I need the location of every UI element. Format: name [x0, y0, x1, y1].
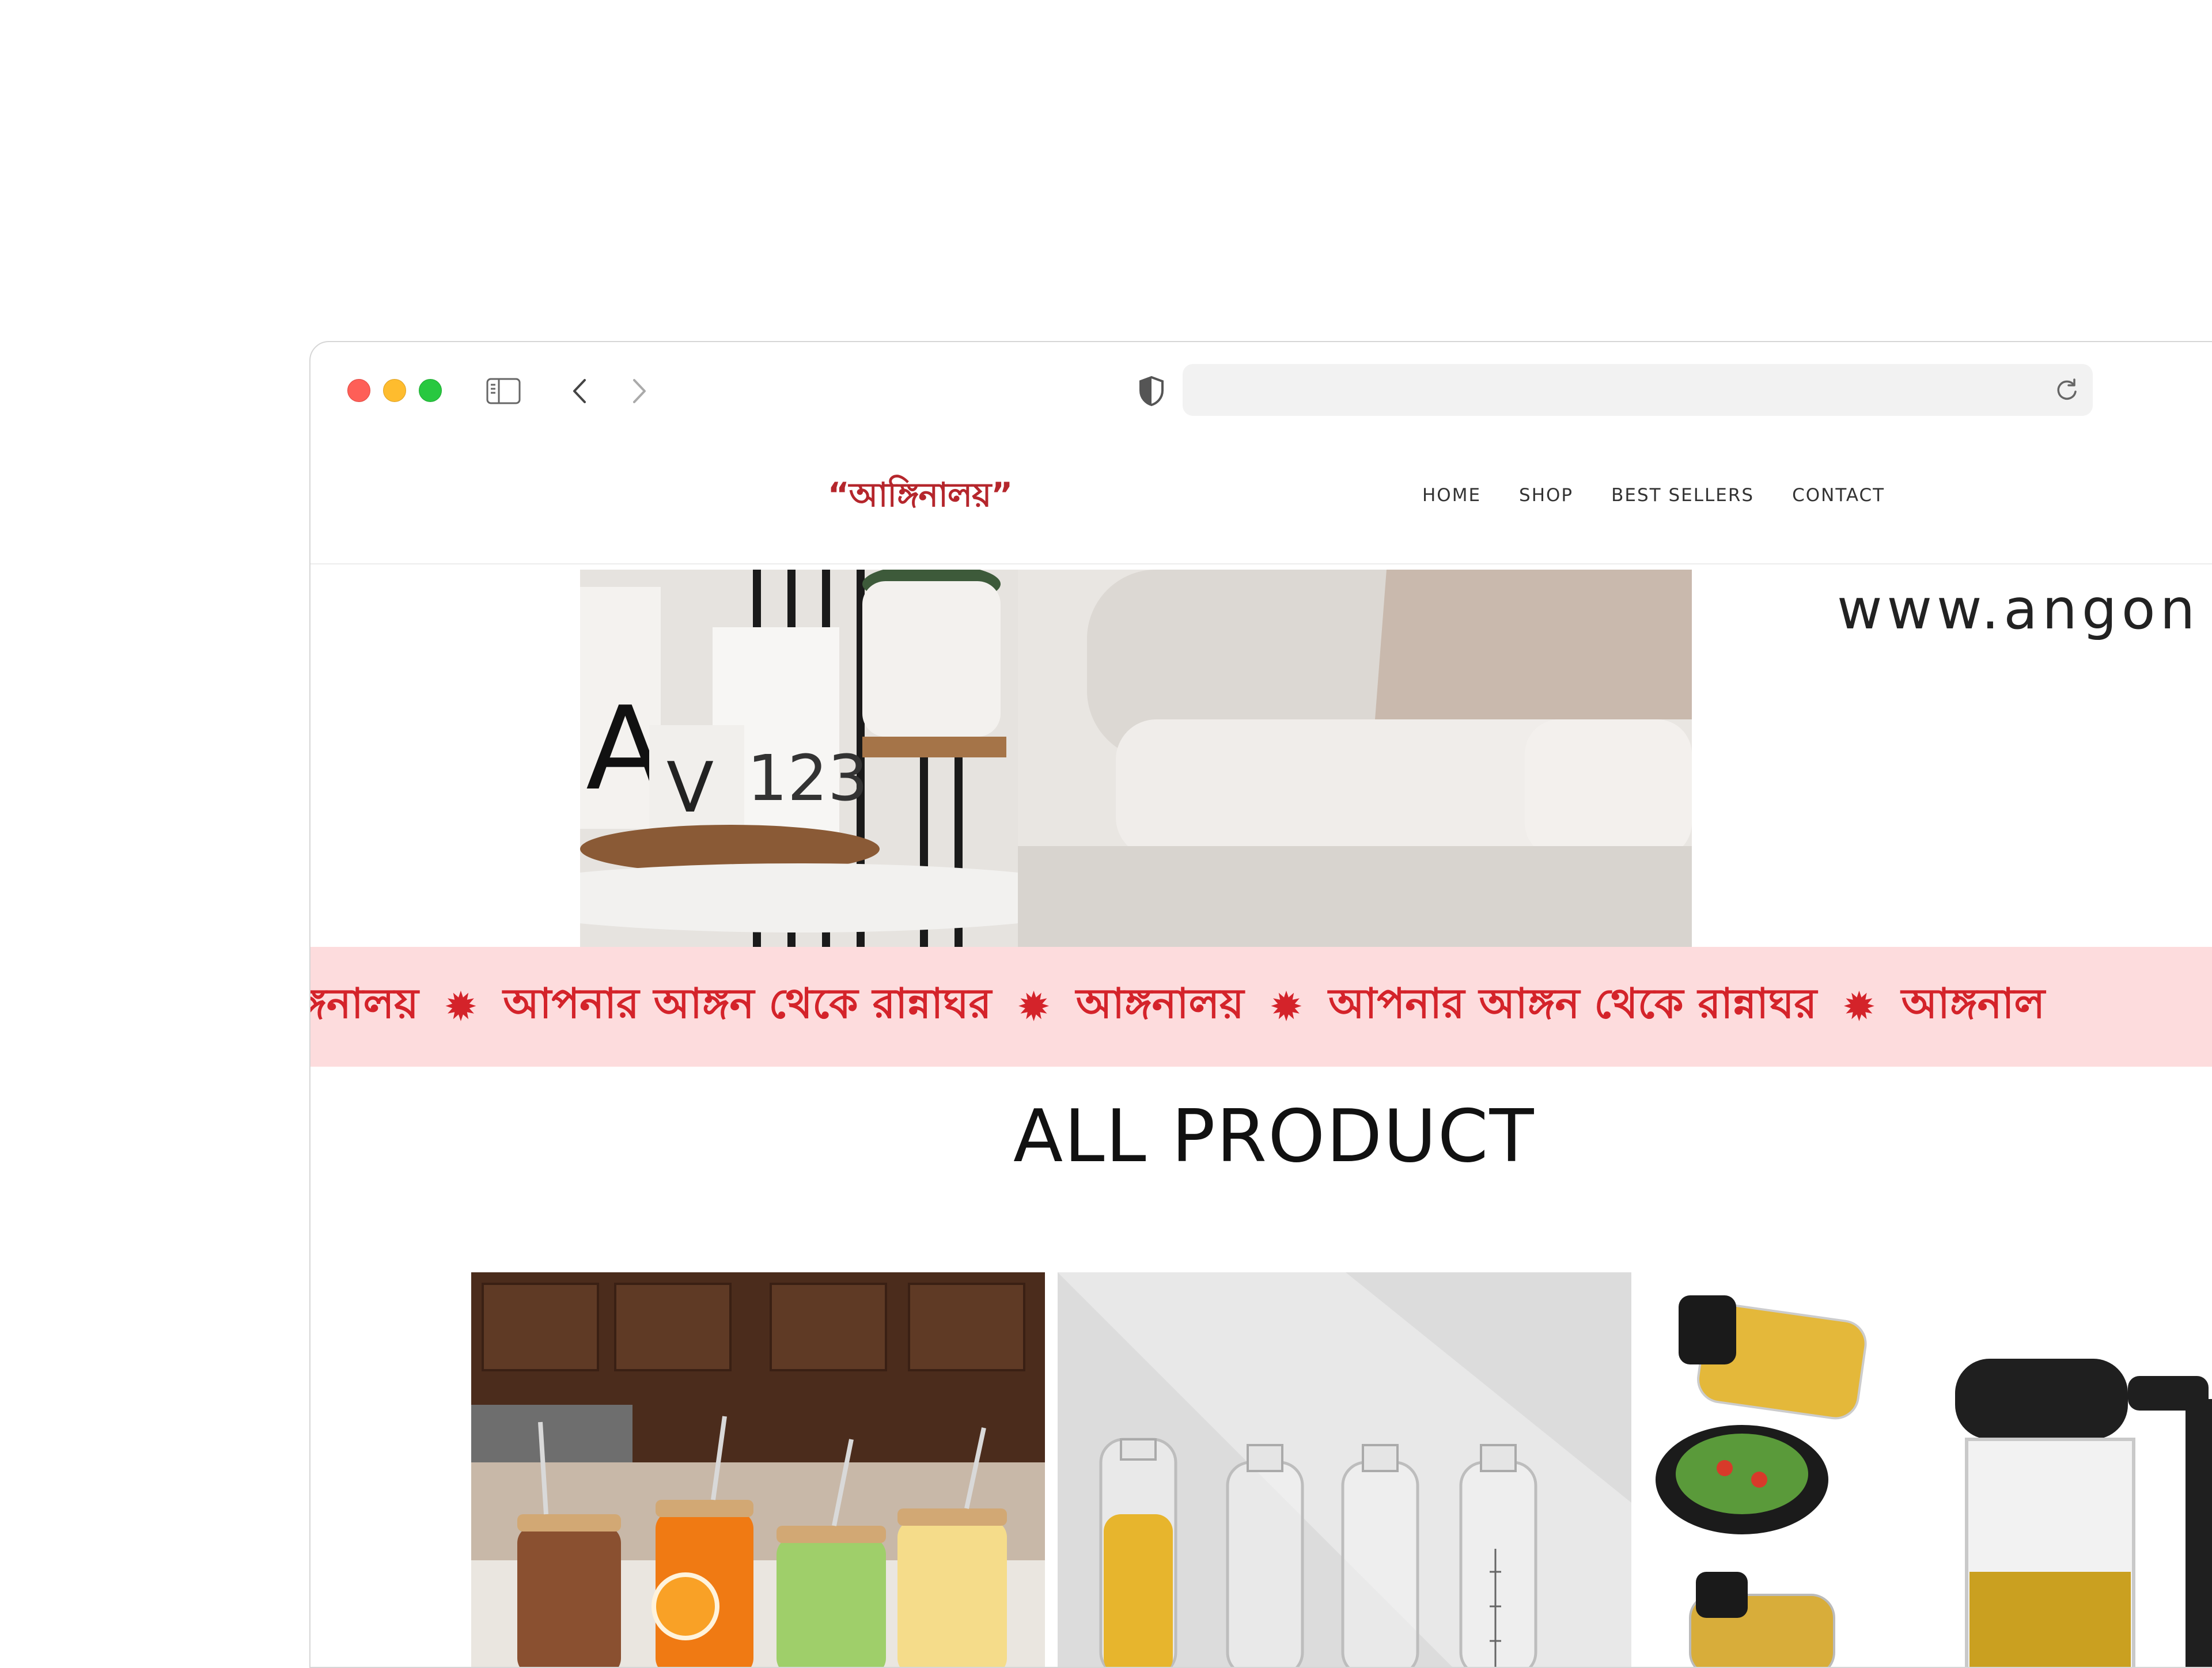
marquee-item: আঙ্গনালয় [1075, 979, 1244, 1028]
forward-icon[interactable] [622, 374, 656, 408]
minimize-window-button[interactable] [383, 379, 406, 402]
product-card-oil-sprayer[interactable] [1644, 1272, 2212, 1667]
close-window-button[interactable] [347, 379, 370, 402]
maximize-window-button[interactable] [419, 379, 442, 402]
starburst-icon: ✹ [1017, 983, 1051, 1030]
marquee-item: আপনার আঙ্গন থেকে রান্নাঘর [1328, 979, 1817, 1028]
nav-shop[interactable]: SHOP [1519, 485, 1573, 506]
hero-website-text: www.angon [1837, 577, 2200, 642]
privacy-shield-icon[interactable] [1134, 374, 1169, 408]
promo-marquee: ঙ্গনালয় ✹ আপনার আঙ্গন থেকে রান্নাঘর ✹ আ… [310, 947, 2212, 1067]
starburst-icon: ✹ [444, 983, 478, 1030]
site-header: “আঙ্গিনালয়” HOME SHOP BEST SELLERS CONT… [310, 434, 2212, 564]
marquee-track: ঙ্গনালয় ✹ আপনার আঙ্গন থেকে রান্নাঘর ✹ আ… [310, 947, 2045, 1067]
browser-window: “আঙ্গিনালয়” HOME SHOP BEST SELLERS CONT… [309, 341, 2212, 1668]
marquee-item: ঙ্গনালয় [310, 979, 419, 1028]
nav-home[interactable]: HOME [1422, 485, 1481, 506]
main-nav: HOME SHOP BEST SELLERS CONTACT [1422, 485, 1885, 506]
sidebar-toggle-icon[interactable] [486, 374, 521, 408]
svg-text:123: 123 [747, 741, 868, 815]
starburst-icon: ✹ [1269, 983, 1304, 1030]
nav-contact[interactable]: CONTACT [1792, 485, 1885, 506]
nav-best-sellers[interactable]: BEST SELLERS [1611, 485, 1754, 506]
address-bar[interactable] [1183, 364, 2093, 416]
marquee-item: আঙ্গনাল [1901, 979, 2046, 1028]
all-product-heading: ALL PRODUCT [1013, 1094, 1535, 1178]
marquee-item: আপনার আঙ্গন থেকে রান্নাঘর [503, 979, 992, 1028]
browser-toolbar [310, 342, 2212, 434]
product-card-glass-bottles[interactable] [1058, 1272, 1631, 1667]
back-icon[interactable] [563, 374, 597, 408]
product-card-glass-jars[interactable] [471, 1272, 1045, 1667]
site-logo[interactable]: “আঙ্গিনালয়” [822, 463, 1018, 526]
svg-text:V: V [666, 748, 714, 828]
hero-banner-image[interactable]: A V 123 [580, 570, 1692, 947]
starburst-icon: ✹ [1842, 983, 1876, 1030]
reload-icon[interactable] [2054, 377, 2080, 403]
